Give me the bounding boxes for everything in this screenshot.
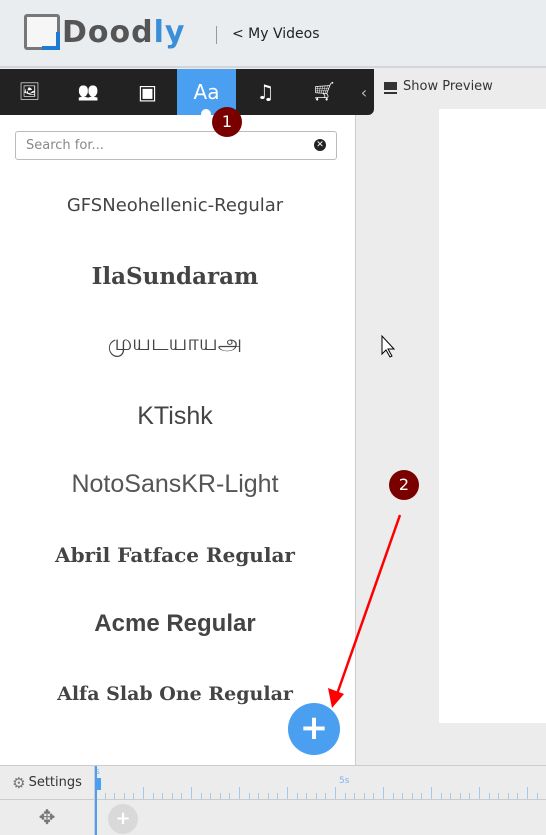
annotation-arrow xyxy=(328,334,402,708)
mouse-cursor-icon xyxy=(381,334,396,358)
